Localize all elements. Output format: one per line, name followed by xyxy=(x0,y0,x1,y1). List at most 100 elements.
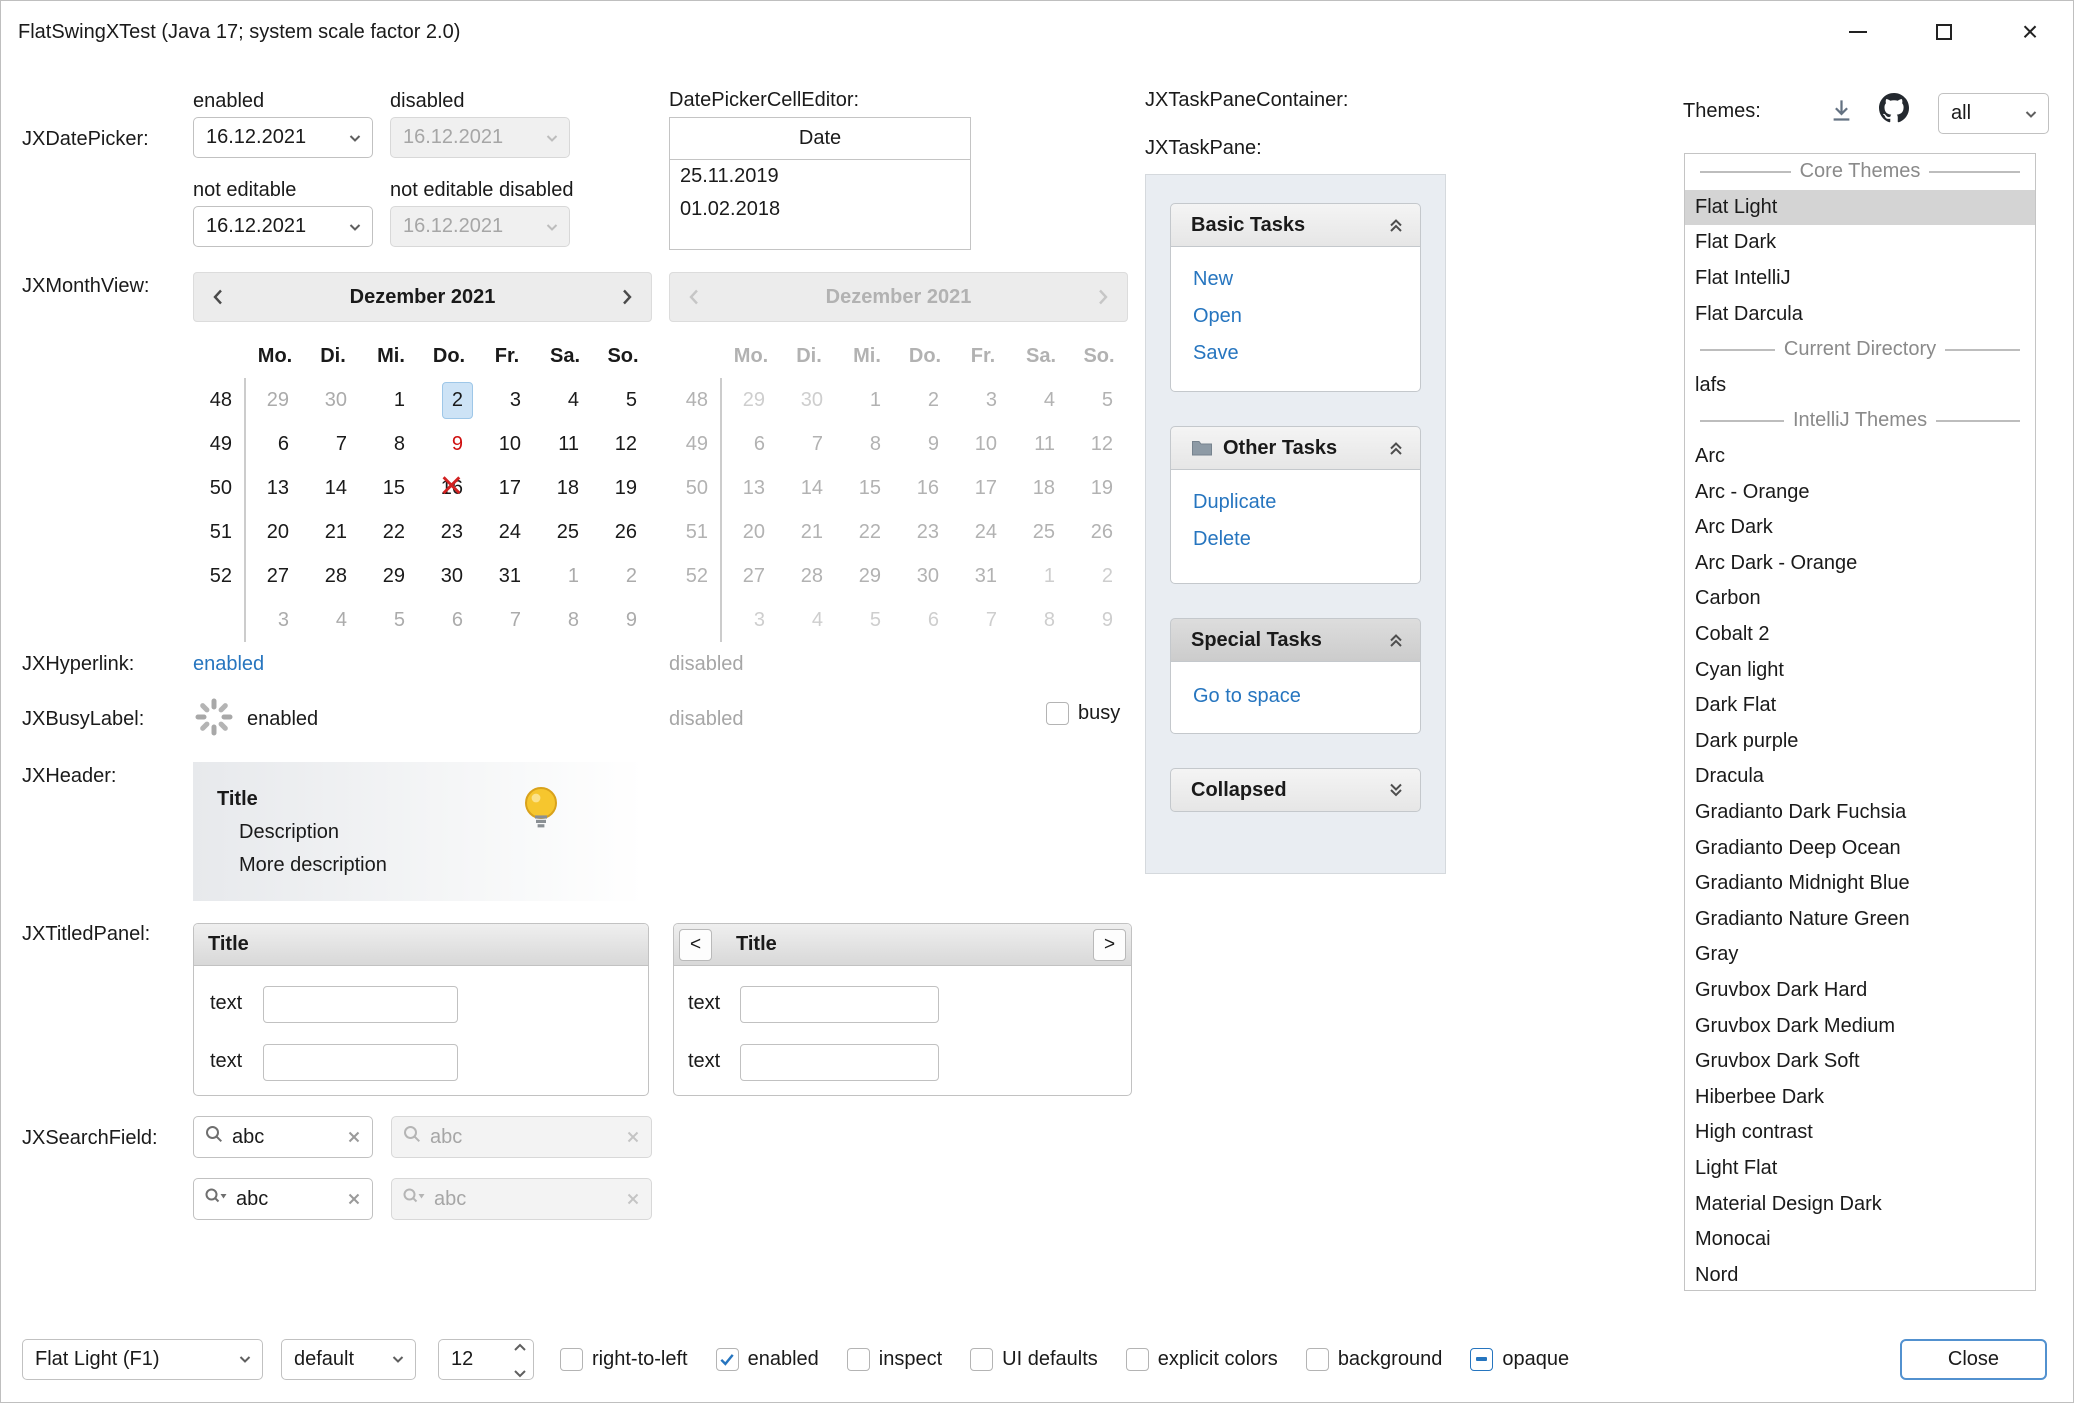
theme-item[interactable]: Flat Light xyxy=(1685,190,2035,226)
day-cell[interactable]: 18 xyxy=(536,466,594,510)
day-cell[interactable]: 49 xyxy=(193,422,246,466)
theme-item[interactable]: Flat Darcula xyxy=(1685,296,2035,332)
day-cell[interactable] xyxy=(193,598,246,642)
day-cell[interactable]: 4 xyxy=(304,598,362,642)
day-cell[interactable]: 23 xyxy=(420,510,478,554)
theme-item[interactable]: Dark purple xyxy=(1685,724,2035,760)
theme-item[interactable]: Flat Dark xyxy=(1685,225,2035,261)
font-size-spinner[interactable]: 12 xyxy=(438,1339,534,1380)
themes-filter-combo[interactable]: all xyxy=(1938,93,2049,134)
day-cell[interactable]: 29 xyxy=(362,554,420,598)
spinner-up-icon[interactable] xyxy=(513,1335,527,1358)
day-cell[interactable]: 1 xyxy=(362,378,420,422)
theme-item[interactable]: Gruvbox Dark Medium xyxy=(1685,1008,2035,1044)
text-input[interactable] xyxy=(263,986,458,1023)
theme-item[interactable]: Flat IntelliJ xyxy=(1685,261,2035,297)
theme-item[interactable]: Light Flat xyxy=(1685,1151,2035,1187)
taskpane-collapsed-header[interactable]: Collapsed xyxy=(1170,768,1421,812)
day-cell[interactable]: 48 xyxy=(193,378,246,422)
close-button[interactable]: Close xyxy=(1900,1339,2047,1380)
day-cell[interactable]: Do. xyxy=(420,334,478,378)
day-cell[interactable]: 20 xyxy=(246,510,304,554)
prev-month-icon[interactable] xyxy=(194,287,244,307)
day-cell[interactable]: 51 xyxy=(193,510,246,554)
day-cell[interactable]: 27 xyxy=(246,554,304,598)
day-cell[interactable]: 7 xyxy=(478,598,536,642)
theme-item[interactable]: Gradianto Deep Ocean xyxy=(1685,830,2035,866)
day-cell[interactable]: 6 xyxy=(246,422,304,466)
day-cell[interactable]: 2 xyxy=(594,554,652,598)
hyperlink-enabled[interactable]: enabled xyxy=(193,651,264,677)
day-cell[interactable]: 31 xyxy=(478,554,536,598)
theme-item[interactable]: Carbon xyxy=(1685,581,2035,617)
checkbox-ui-defaults[interactable]: UI defaults xyxy=(970,1348,1098,1371)
task-link[interactable]: Go to space xyxy=(1171,678,1420,715)
theme-item[interactable]: Dracula xyxy=(1685,759,2035,795)
text-input[interactable] xyxy=(740,1044,939,1081)
day-cell[interactable]: Fr. xyxy=(478,334,536,378)
download-icon[interactable] xyxy=(1828,97,1855,130)
day-cell[interactable]: 9 xyxy=(420,422,478,466)
checkbox-explicit-colors[interactable]: explicit colors xyxy=(1126,1348,1278,1371)
day-cell[interactable]: 2 xyxy=(420,378,478,422)
theme-item[interactable]: Core Themes xyxy=(1685,154,2035,190)
day-cell[interactable]: 26 xyxy=(594,510,652,554)
day-cell[interactable]: 30 xyxy=(420,554,478,598)
maximize-button[interactable] xyxy=(1901,1,1987,63)
day-cell[interactable]: Mi. xyxy=(362,334,420,378)
day-cell[interactable]: 16 xyxy=(420,466,478,510)
task-link[interactable]: Duplicate xyxy=(1171,484,1420,521)
day-cell[interactable] xyxy=(193,334,246,378)
theme-item[interactable]: Monocai xyxy=(1685,1222,2035,1258)
checkbox-right-to-left[interactable]: right-to-left xyxy=(560,1348,688,1371)
laf-combo[interactable]: Flat Light (F1) xyxy=(22,1339,263,1380)
theme-item[interactable]: High contrast xyxy=(1685,1115,2035,1151)
day-cell[interactable]: 50 xyxy=(193,466,246,510)
theme-item[interactable]: Gradianto Nature Green xyxy=(1685,901,2035,937)
day-cell[interactable]: 15 xyxy=(362,466,420,510)
datepicker-enabled[interactable]: 16.12.2021 xyxy=(193,117,373,158)
taskpane-other-header[interactable]: Other Tasks xyxy=(1170,426,1421,470)
day-cell[interactable]: 29 xyxy=(246,378,304,422)
day-cell[interactable]: 7 xyxy=(304,422,362,466)
theme-item[interactable]: Arc xyxy=(1685,439,2035,475)
github-icon[interactable] xyxy=(1879,93,1909,129)
day-cell[interactable]: 24 xyxy=(478,510,536,554)
day-cell[interactable]: 8 xyxy=(536,598,594,642)
day-cell[interactable]: Mo. xyxy=(246,334,304,378)
day-cell[interactable]: 28 xyxy=(304,554,362,598)
task-link[interactable]: Save xyxy=(1171,335,1420,372)
task-link[interactable]: Open xyxy=(1171,298,1420,335)
day-cell[interactable]: 8 xyxy=(362,422,420,466)
day-cell[interactable]: 13 xyxy=(246,466,304,510)
theme-item[interactable]: Cyan light xyxy=(1685,652,2035,688)
day-cell[interactable]: 11 xyxy=(536,422,594,466)
day-cell[interactable]: 19 xyxy=(594,466,652,510)
day-cell[interactable]: Sa. xyxy=(536,334,594,378)
day-cell[interactable]: 25 xyxy=(536,510,594,554)
text-input[interactable] xyxy=(740,986,939,1023)
taskpane-special-header[interactable]: Special Tasks xyxy=(1170,618,1421,662)
day-cell[interactable]: 6 xyxy=(420,598,478,642)
taskpane-basic-header[interactable]: Basic Tasks xyxy=(1170,203,1421,247)
next-month-icon[interactable] xyxy=(601,287,651,307)
search-input[interactable] xyxy=(232,1126,338,1149)
day-cell[interactable]: 9 xyxy=(594,598,652,642)
day-cell[interactable]: 21 xyxy=(304,510,362,554)
day-cell[interactable]: 3 xyxy=(246,598,304,642)
day-cell[interactable]: 14 xyxy=(304,466,362,510)
day-cell[interactable]: 5 xyxy=(594,378,652,422)
theme-item[interactable]: Nord xyxy=(1685,1257,2035,1291)
text-input[interactable] xyxy=(263,1044,458,1081)
checkbox-busy[interactable]: busy xyxy=(1046,702,1120,725)
theme-item[interactable]: Arc Dark - Orange xyxy=(1685,546,2035,582)
checkbox-inspect[interactable]: inspect xyxy=(847,1348,942,1371)
day-cell[interactable]: 4 xyxy=(536,378,594,422)
checkbox-enabled[interactable]: enabled xyxy=(716,1348,819,1371)
day-cell[interactable]: 52 xyxy=(193,554,246,598)
day-cell[interactable]: So. xyxy=(594,334,652,378)
search-field-enabled[interactable] xyxy=(193,1116,373,1158)
day-cell[interactable]: 5 xyxy=(362,598,420,642)
day-cell[interactable]: 30 xyxy=(304,378,362,422)
search-input[interactable] xyxy=(236,1188,338,1211)
